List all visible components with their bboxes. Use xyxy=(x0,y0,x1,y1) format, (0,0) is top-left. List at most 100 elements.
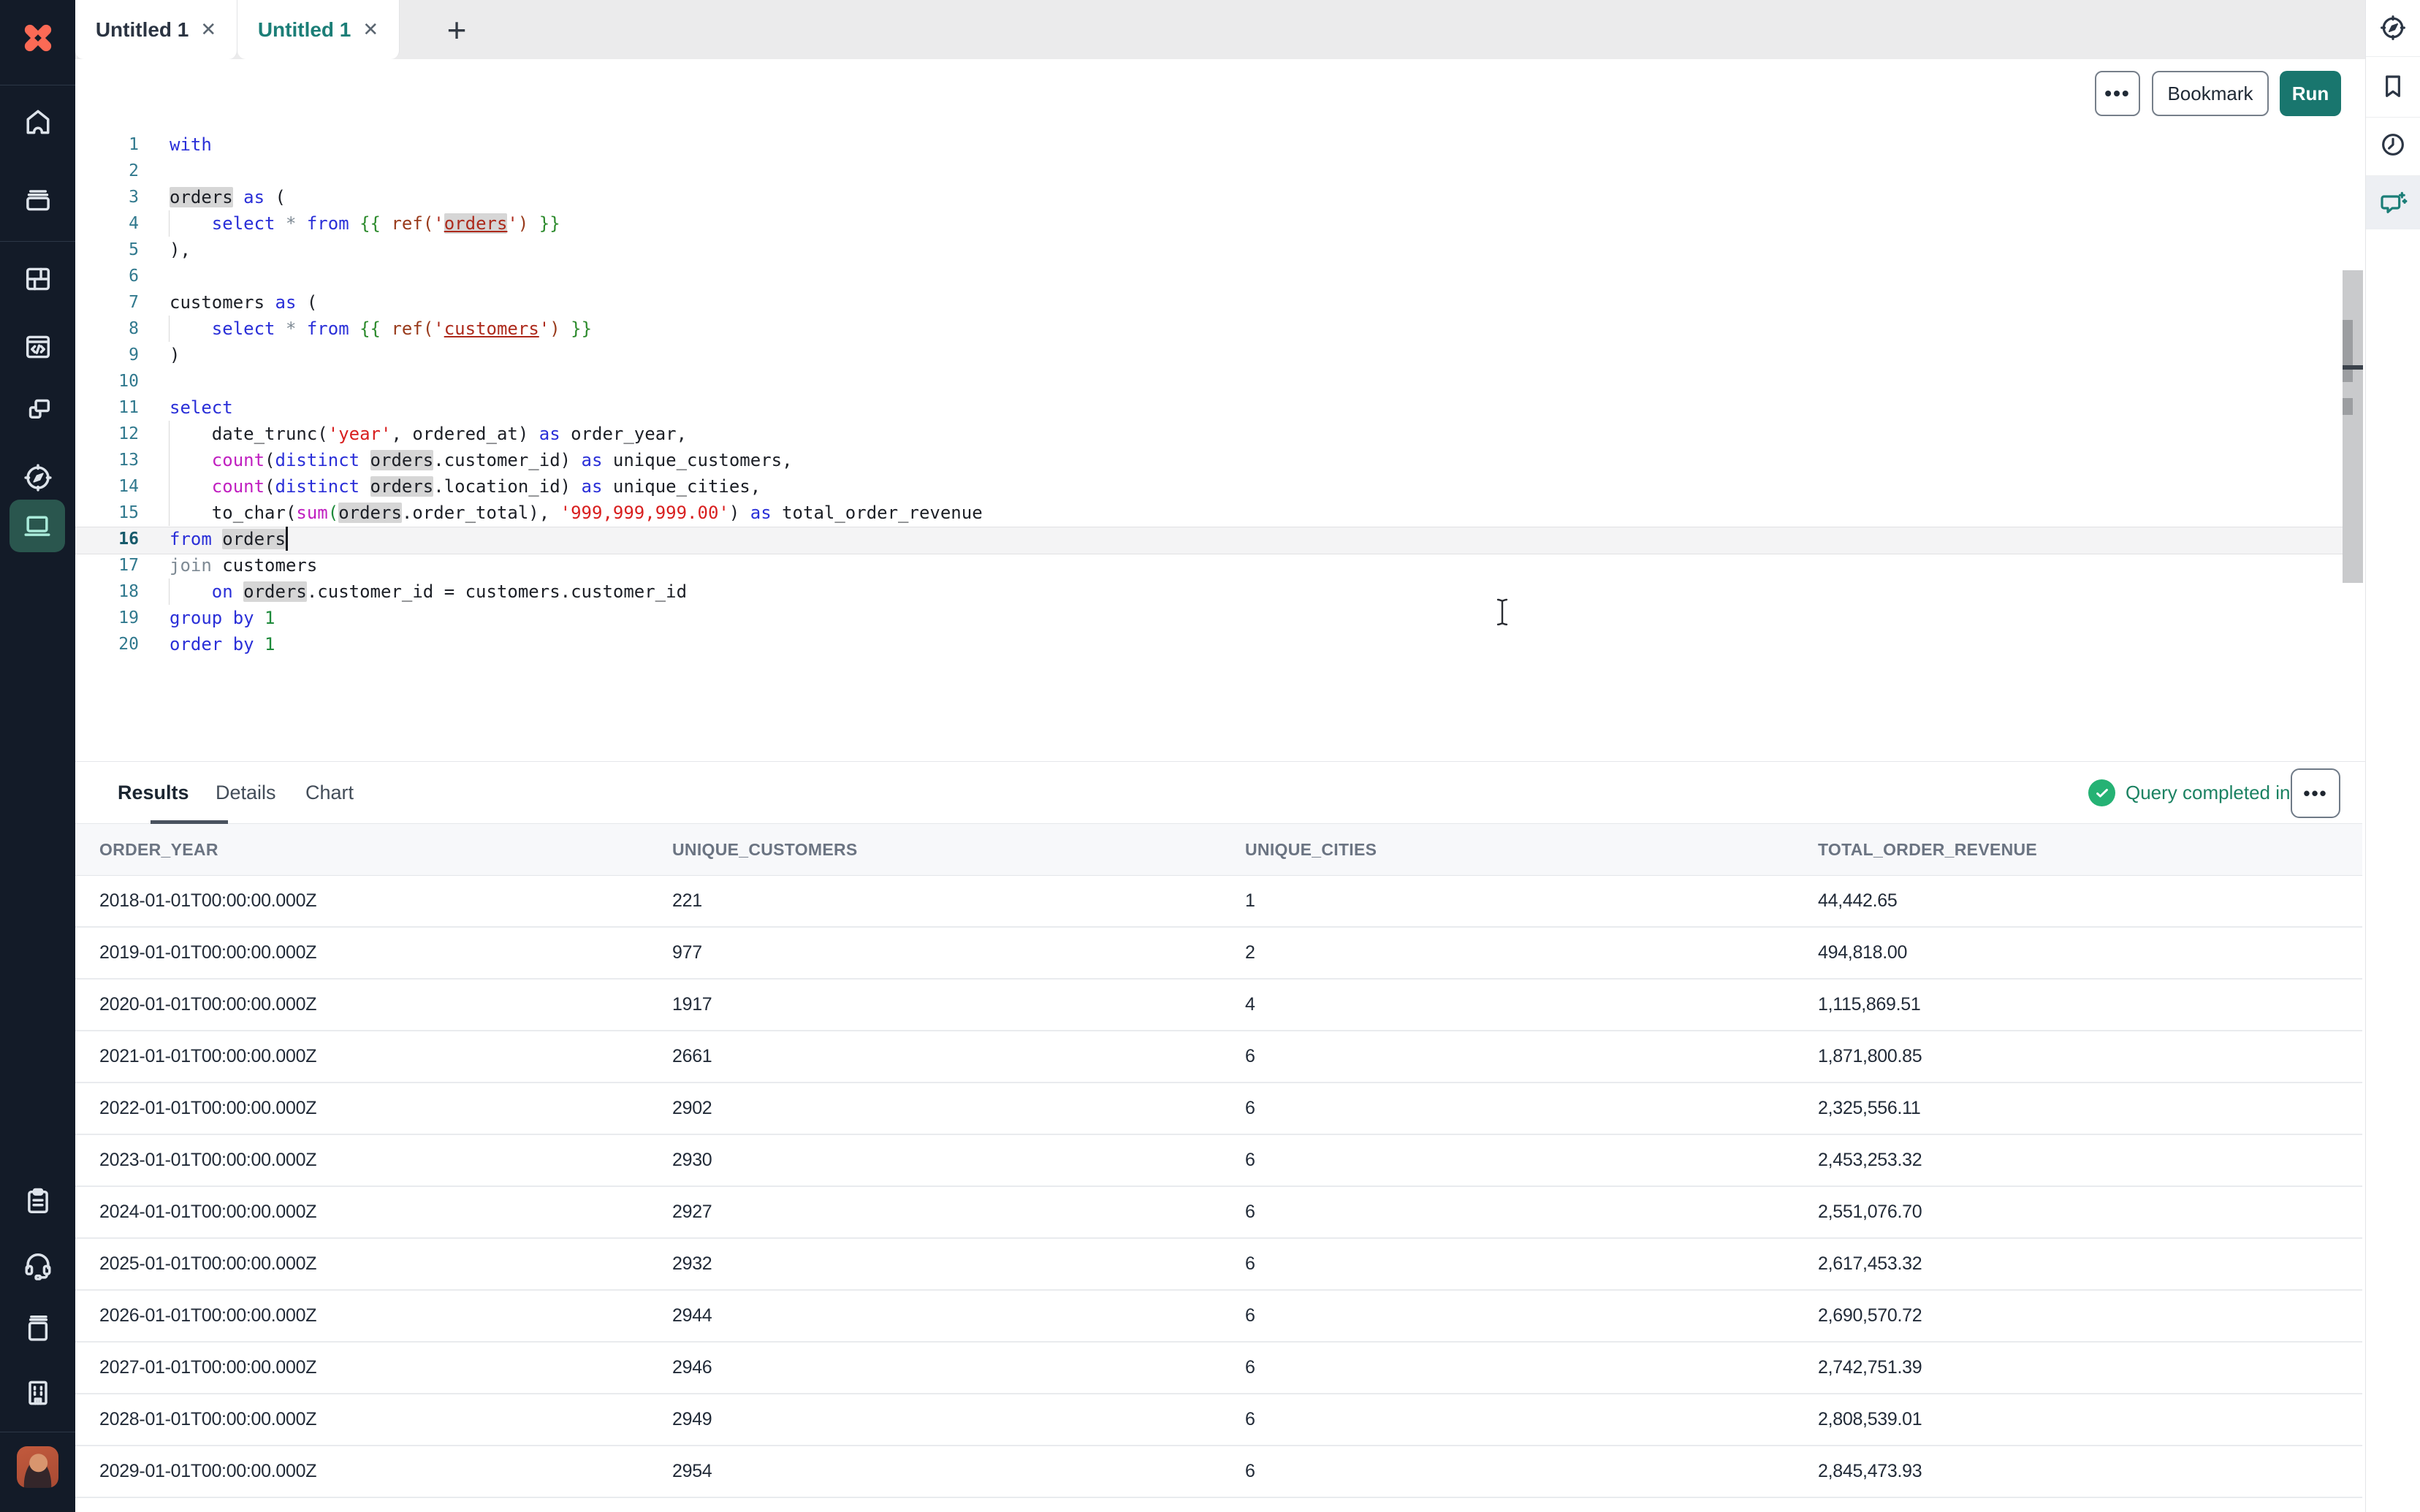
results-more-button[interactable]: ••• xyxy=(2291,768,2340,818)
table-row[interactable]: 2025-01-01T00:00:00.000Z293262,617,453.3… xyxy=(75,1239,2362,1291)
right-sidebar-item-bookmark[interactable] xyxy=(2366,69,2420,104)
check-circle-icon xyxy=(2088,779,2115,806)
table-cell: 2927 xyxy=(648,1202,1221,1223)
toolbar: ••• Bookmark Run xyxy=(75,59,2365,123)
code-line-13[interactable]: 13 count(distinct orders.customer_id) as… xyxy=(75,447,2343,473)
code-line-1[interactable]: 1with xyxy=(75,131,2343,158)
ai-chat-sparkle-icon xyxy=(2378,190,2408,219)
code-text: from orders xyxy=(170,526,286,552)
line-number: 8 xyxy=(75,316,139,342)
code-line-17[interactable]: 17join customers xyxy=(75,552,2343,579)
table-cell: 2019-01-01T00:00:00.000Z xyxy=(75,942,648,963)
table-row[interactable]: 2019-01-01T00:00:00.000Z9772494,818.00 xyxy=(75,928,2362,980)
run-button[interactable]: Run xyxy=(2280,71,2341,116)
line-number: 6 xyxy=(75,263,139,289)
right-sidebar-item-history-clock[interactable] xyxy=(2366,127,2420,162)
bookmark-button[interactable]: Bookmark xyxy=(2152,71,2269,116)
code-line-2[interactable]: 2 xyxy=(75,158,2343,184)
code-line-16[interactable]: 16 from orders xyxy=(75,526,2343,552)
sidebar-item-compass[interactable] xyxy=(0,460,75,495)
table-cell: 2,742,751.39 xyxy=(1794,1357,2362,1378)
code-text: count(distinct orders.customer_id) as un… xyxy=(170,447,793,473)
sidebar-item-building[interactable] xyxy=(0,1375,75,1410)
line-number: 12 xyxy=(75,421,139,447)
table-cell: 2,845,473.93 xyxy=(1794,1461,2362,1482)
line-number: 7 xyxy=(75,289,139,316)
user-avatar[interactable] xyxy=(17,1446,58,1488)
code-line-3[interactable]: 3orders as ( xyxy=(75,184,2343,210)
code-text: date_trunc('year', ordered_at) as order_… xyxy=(170,421,687,447)
right-sidebar-item-compass[interactable] xyxy=(2366,10,2420,45)
code-line-19[interactable]: 19group by 1 xyxy=(75,605,2343,631)
table-row[interactable]: 2028-01-01T00:00:00.000Z294962,808,539.0… xyxy=(75,1394,2362,1446)
sidebar-item-clipboard[interactable] xyxy=(0,1184,75,1219)
code-line-10[interactable]: 10 xyxy=(75,368,2343,394)
table-cell: 6 xyxy=(1221,1253,1794,1275)
table-row[interactable]: 2018-01-01T00:00:00.000Z221144,442.65 xyxy=(75,876,2362,928)
table-cell: 6 xyxy=(1221,1357,1794,1378)
sidebar-item-notebook-active[interactable] xyxy=(9,500,65,552)
table-cell: 2,808,539.01 xyxy=(1794,1409,2362,1430)
more-options-button[interactable]: ••• xyxy=(2095,71,2140,116)
right-sidebar-divider xyxy=(2366,117,2420,118)
sidebar-item-code-window[interactable] xyxy=(0,329,75,364)
code-line-20[interactable]: 20order by 1 xyxy=(75,631,2343,657)
code-line-5[interactable]: 5), xyxy=(75,237,2343,263)
code-line-18[interactable]: 18 on orders.customer_id = customers.cus… xyxy=(75,579,2343,605)
table-cell: 2023-01-01T00:00:00.000Z xyxy=(75,1150,648,1171)
sidebar-item-headset[interactable] xyxy=(0,1248,75,1283)
document-tab-1[interactable]: Untitled 1 ✕ xyxy=(75,0,237,59)
compass-icon xyxy=(2378,13,2408,42)
results-tab-chart[interactable]: Chart xyxy=(305,762,354,824)
code-line-11[interactable]: 11select xyxy=(75,394,2343,421)
table-row[interactable]: 2027-01-01T00:00:00.000Z294662,742,751.3… xyxy=(75,1343,2362,1394)
line-number: 2 xyxy=(75,158,139,184)
code-line-6[interactable]: 6 xyxy=(75,263,2343,289)
table-row[interactable]: 2026-01-01T00:00:00.000Z294462,690,570.7… xyxy=(75,1291,2362,1343)
table-row[interactable]: 2021-01-01T00:00:00.000Z266161,871,800.8… xyxy=(75,1031,2362,1083)
table-cell: 2932 xyxy=(648,1253,1221,1275)
right-sidebar-divider xyxy=(2366,56,2420,57)
right-sidebar xyxy=(2365,0,2420,1512)
code-line-7[interactable]: 7customers as ( xyxy=(75,289,2343,316)
right-sidebar-item-ai-chat-sparkle[interactable] xyxy=(2366,187,2420,222)
code-line-4[interactable]: 4 select * from {{ ref('orders') }} xyxy=(75,210,2343,237)
sql-editor[interactable]: 1with23orders as (4 select * from {{ ref… xyxy=(75,123,2365,761)
results-tab-results[interactable]: Results xyxy=(118,762,189,824)
hex-logo[interactable] xyxy=(0,0,75,76)
results-panel: ResultsDetailsChart Query completed in 4… xyxy=(75,761,2365,1512)
code-line-8[interactable]: 8 select * from {{ ref('customers') }} xyxy=(75,316,2343,342)
sidebar-item-archive[interactable] xyxy=(0,182,75,217)
table-row[interactable]: 2029-01-01T00:00:00.000Z295462,845,473.9… xyxy=(75,1446,2362,1498)
code-line-9[interactable]: 9) xyxy=(75,342,2343,368)
code-line-12[interactable]: 12 date_trunc('year', ordered_at) as ord… xyxy=(75,421,2343,447)
table-row[interactable]: 2030-01-01T00:00:00.000Z287961,841,049.3… xyxy=(75,1498,2362,1512)
results-tab-details[interactable]: Details xyxy=(216,762,276,824)
scrollbar-thumb[interactable] xyxy=(2343,320,2353,382)
bookmark-icon xyxy=(2378,72,2408,101)
editor-scrollbar[interactable] xyxy=(2343,270,2363,583)
line-number: 13 xyxy=(75,447,139,473)
close-icon[interactable]: ✕ xyxy=(362,18,378,41)
table-row[interactable]: 2023-01-01T00:00:00.000Z293062,453,253.3… xyxy=(75,1135,2362,1187)
document-tab-2[interactable]: Untitled 1✕ xyxy=(237,0,400,59)
sidebar-item-book[interactable] xyxy=(0,1312,75,1347)
column-header: UNIQUE_CUSTOMERS xyxy=(648,840,1221,860)
close-icon[interactable]: ✕ xyxy=(200,18,216,41)
line-number: 4 xyxy=(75,210,139,237)
sidebar-item-home[interactable] xyxy=(0,104,75,140)
sidebar-item-windows[interactable] xyxy=(0,392,75,427)
code-line-15[interactable]: 15 to_char(sum(orders.order_total), '999… xyxy=(75,500,2343,526)
code-line-14[interactable]: 14 count(distinct orders.location_id) as… xyxy=(75,473,2343,500)
line-number: 16 xyxy=(75,526,139,552)
table-row[interactable]: 2020-01-01T00:00:00.000Z191741,115,869.5… xyxy=(75,980,2362,1031)
tab-label: Untitled 1 xyxy=(96,18,189,42)
tab-bar: Untitled 1✕Untitled 1✕ + xyxy=(75,0,2365,60)
new-tab-button[interactable]: + xyxy=(427,0,486,59)
table-row[interactable]: 2022-01-01T00:00:00.000Z290262,325,556.1… xyxy=(75,1083,2362,1135)
table-cell: 2,325,556.11 xyxy=(1794,1098,2362,1119)
sidebar-item-dashboard-grid[interactable] xyxy=(0,261,75,297)
table-row[interactable]: 2024-01-01T00:00:00.000Z292762,551,076.7… xyxy=(75,1187,2362,1239)
line-number: 3 xyxy=(75,184,139,210)
table-cell: 6 xyxy=(1221,1202,1794,1223)
